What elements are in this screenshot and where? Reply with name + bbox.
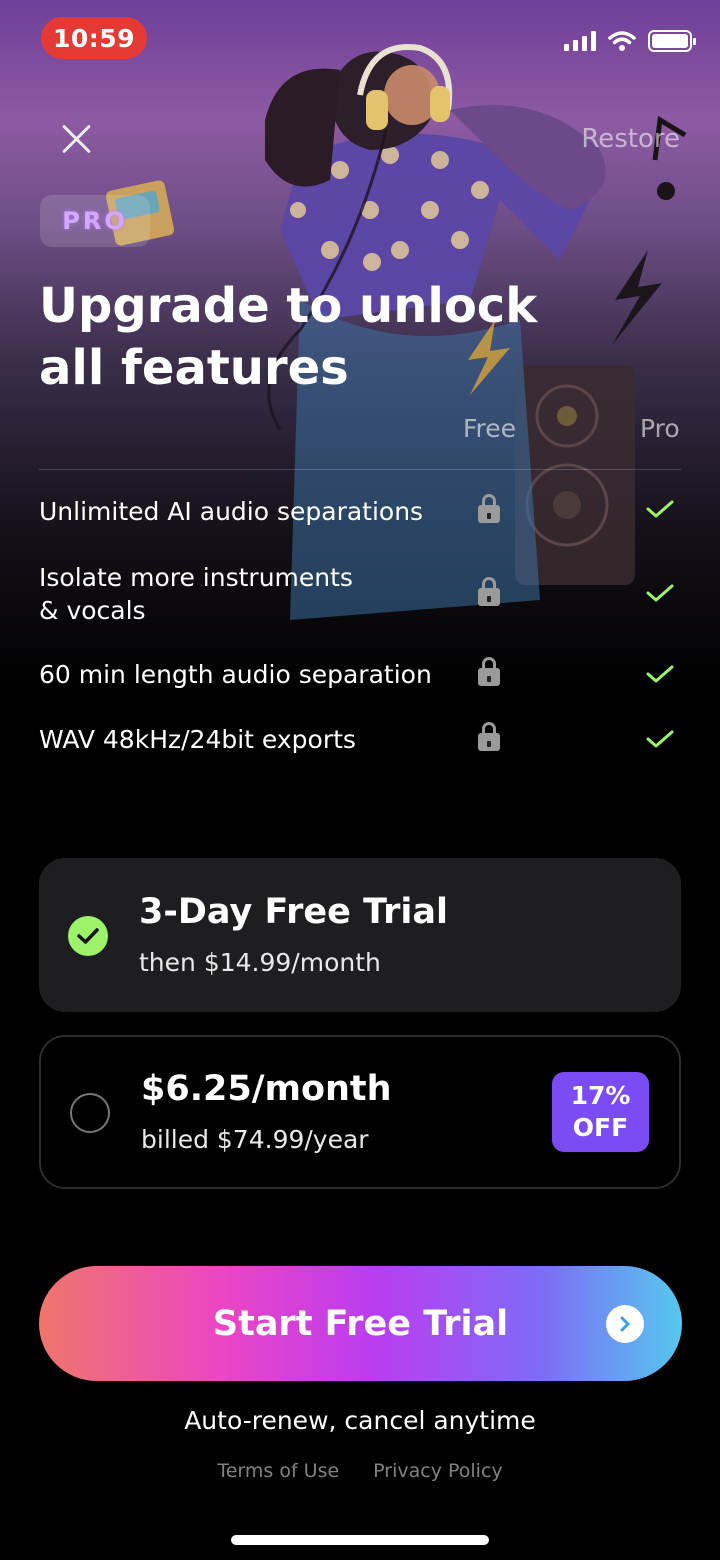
feature-label: Isolate more instruments & vocals xyxy=(39,563,353,625)
battery-icon xyxy=(648,30,696,52)
check-icon xyxy=(645,664,675,684)
restore-button[interactable]: Restore xyxy=(581,124,680,154)
lock-icon xyxy=(478,577,500,608)
feature-label: Unlimited AI audio separations xyxy=(39,497,424,526)
lock-icon xyxy=(478,657,500,688)
paywall-screen: 10:59 Restore PRO Upgrade to unlock all … xyxy=(0,0,720,1560)
radio-selected-icon[interactable] xyxy=(68,916,108,956)
feature-label: WAV 48kHz/24bit exports xyxy=(39,725,356,754)
column-header-free: Free xyxy=(463,414,517,443)
close-icon[interactable] xyxy=(56,118,98,160)
plan-option-yearly[interactable]: $6.25/month billed $74.99/year 17% OFF xyxy=(39,1035,681,1189)
scroll-fade xyxy=(0,770,720,810)
plan-option-trial[interactable]: 3-Day Free Trial then $14.99/month xyxy=(39,858,681,1012)
auto-renew-note: Auto-renew, cancel anytime xyxy=(184,1406,536,1435)
plan-subtitle: then $14.99/month xyxy=(139,948,381,977)
discount-percent: 17% xyxy=(570,1081,631,1110)
status-icons xyxy=(564,30,696,52)
radio-unselected-icon[interactable] xyxy=(70,1093,110,1133)
privacy-link[interactable]: Privacy Policy xyxy=(373,1460,502,1482)
column-header-pro: Pro xyxy=(640,414,680,443)
plan-title: $6.25/month xyxy=(141,1069,392,1109)
lock-icon xyxy=(478,722,500,753)
legal-links: Terms of Use Privacy Policy xyxy=(0,1460,720,1482)
home-indicator[interactable] xyxy=(231,1535,489,1545)
wifi-icon xyxy=(608,31,636,51)
pro-badge: PRO xyxy=(40,195,150,247)
lock-icon xyxy=(478,494,500,525)
cta-label: Start Free Trial xyxy=(212,1303,509,1344)
feature-label: 60 min length audio separation xyxy=(39,660,432,689)
discount-off: OFF xyxy=(572,1113,629,1142)
terms-link[interactable]: Terms of Use xyxy=(217,1460,339,1482)
feature-comparison-list[interactable]: Unlimited AI audio separations Isolate m… xyxy=(0,470,720,800)
discount-badge: 17% OFF xyxy=(552,1072,649,1152)
plan-title: 3-Day Free Trial xyxy=(139,892,448,932)
signal-icon xyxy=(564,31,596,51)
plan-subtitle: billed $74.99/year xyxy=(141,1125,369,1154)
chevron-right-icon xyxy=(606,1305,644,1343)
check-icon xyxy=(645,729,675,749)
page-title: Upgrade to unlock all features xyxy=(39,278,538,396)
check-icon xyxy=(645,583,675,603)
start-free-trial-button[interactable]: Start Free Trial xyxy=(39,1266,682,1381)
status-time: 10:59 xyxy=(41,17,147,59)
check-icon xyxy=(645,499,675,519)
